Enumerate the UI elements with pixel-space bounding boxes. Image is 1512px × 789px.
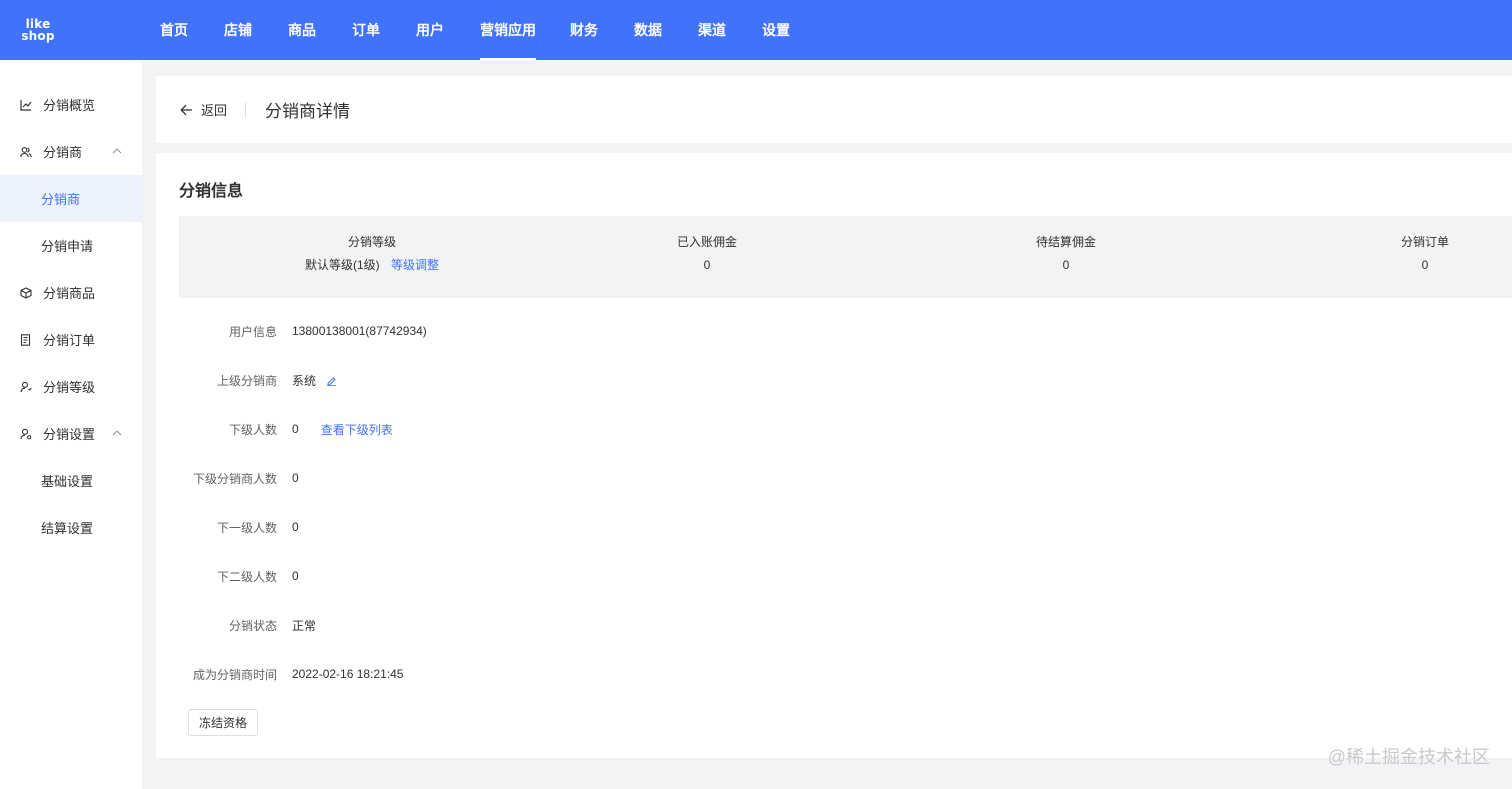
- sidebar-item-level[interactable]: 分销等级: [0, 363, 142, 410]
- page-header: 返回 分销商详情: [156, 76, 1512, 143]
- stat-orders: 分销订单 0: [1325, 234, 1512, 273]
- row-sub-distributor-count: 下级分销商人数 0: [156, 468, 299, 488]
- stat-pending-label: 待结算佣金: [1035, 235, 1096, 249]
- sidebar-item-orders[interactable]: 分销订单: [0, 316, 142, 363]
- row-label: 用户信息: [228, 324, 277, 339]
- row-value: 系统: [292, 373, 317, 388]
- nav-finance[interactable]: 财务: [570, 0, 634, 60]
- users-icon: [20, 146, 32, 158]
- nav-users[interactable]: 用户: [416, 0, 480, 60]
- stat-settled-commission: 已入账佣金 0: [607, 234, 807, 273]
- nav-settings[interactable]: 设置: [762, 0, 826, 60]
- row-status: 分销状态 正常: [156, 615, 316, 635]
- stat-level-value-row: 默认等级(1级) 等级调整: [272, 257, 472, 273]
- row-join-time: 成为分销商时间 2022-02-16 18:21:45: [156, 664, 403, 684]
- row-parent: 上级分销商 系统: [156, 370, 337, 390]
- nav-marketing[interactable]: 营销应用: [480, 0, 570, 60]
- nav-home[interactable]: 首页: [160, 0, 224, 60]
- row-label: 下一级人数: [216, 520, 277, 535]
- row-value: 0: [292, 422, 299, 436]
- nav-shop[interactable]: 店铺: [224, 0, 288, 60]
- sidebar-item-label: 分销订单: [43, 333, 96, 348]
- sidebar-item-label: 分销等级: [43, 380, 96, 395]
- user-level-icon: [20, 381, 32, 393]
- divider: [245, 101, 247, 118]
- row-label: 成为分销商时间: [192, 667, 277, 682]
- row-label: 上级分销商: [216, 373, 277, 388]
- row-value: 0: [292, 520, 299, 534]
- row-label: 下级分销商人数: [192, 471, 277, 486]
- row-label: 下二级人数: [216, 569, 277, 584]
- row-value: 2022-02-16 18:21:45: [292, 667, 404, 681]
- level-adjust-link[interactable]: 等级调整: [391, 258, 439, 272]
- back-label: 返回: [201, 103, 228, 118]
- nav-channel[interactable]: 渠道: [698, 0, 762, 60]
- row-value-wrap: 0 查看下级列表: [292, 421, 393, 438]
- stat-level-value: 默认等级(1级): [304, 258, 380, 272]
- nav-orders[interactable]: 订单: [352, 0, 416, 60]
- document-icon: [20, 333, 32, 346]
- sidebar-item-apply[interactable]: 分销申请: [0, 222, 142, 269]
- sidebar-item-basic[interactable]: 基础设置: [0, 457, 142, 504]
- page-title: 分销商详情: [265, 102, 351, 121]
- nav-data[interactable]: 数据: [634, 0, 698, 60]
- row-value: 正常: [292, 618, 317, 633]
- stat-settled-value: 0: [703, 258, 711, 272]
- sidebar-item-overview[interactable]: 分销概览: [0, 81, 142, 128]
- row-user-info: 用户信息 13800138001(87742934): [156, 321, 427, 341]
- sidebar-item-settle[interactable]: 结算设置: [0, 504, 142, 551]
- row-sub-count: 下级人数 0 查看下级列表: [156, 419, 393, 439]
- watermark: @稀土掘金技术社区: [1327, 747, 1490, 767]
- row-label: 下级人数: [228, 422, 277, 437]
- arrow-left-icon: [180, 104, 192, 115]
- main-nav: 首页 店铺 商品 订单 用户 营销应用 财务 数据 渠道 设置: [160, 0, 826, 60]
- stats-panel: 分销等级 默认等级(1级) 等级调整 已入账佣金 0 待结算佣金 0 分销订单 …: [179, 216, 1512, 298]
- row-value: 0: [292, 569, 299, 583]
- sidebar-group-settings[interactable]: 分销设置: [0, 410, 142, 457]
- sidebar-item-label: 分销商品: [43, 286, 96, 301]
- nav-goods[interactable]: 商品: [288, 0, 352, 60]
- stat-level: 分销等级 默认等级(1级) 等级调整: [272, 234, 472, 273]
- back-button[interactable]: 返回: [180, 100, 227, 119]
- chevron-up-icon: [112, 148, 122, 154]
- distributor-info-card: 分销信息 分销等级 默认等级(1级) 等级调整 已入账佣金 0 待结算佣金 0 …: [156, 153, 1512, 758]
- stat-pending-commission: 待结算佣金 0: [966, 234, 1166, 273]
- user-settings-icon: [20, 428, 32, 440]
- stat-orders-value: 0: [1421, 258, 1429, 272]
- row-value: 0: [292, 471, 299, 485]
- section-title: 分销信息: [179, 183, 244, 200]
- stat-orders-label: 分销订单: [1400, 235, 1449, 249]
- row-first-level-count: 下一级人数 0: [156, 517, 299, 537]
- row-value-wrap: 系统: [292, 372, 337, 389]
- sidebar-group-distributor[interactable]: 分销商: [0, 128, 142, 175]
- nav-marketing-label: 营销应用: [480, 0, 536, 60]
- sidebar: 分销概览 分销商 分销商 分销申请 分销商品 分销订单 分销等级 分销设置 基础…: [0, 60, 142, 789]
- row-value: 13800138001(87742934): [292, 324, 427, 338]
- sidebar-item-label: 分销商: [43, 145, 83, 160]
- top-navbar: like shop 首页 店铺 商品 订单 用户 营销应用 财务 数据 渠道 设…: [0, 0, 1512, 60]
- edit-icon[interactable]: [326, 375, 337, 386]
- freeze-button[interactable]: 冻结资格: [188, 709, 258, 736]
- view-sub-list-link[interactable]: 查看下级列表: [321, 421, 393, 438]
- chevron-up-icon: [112, 430, 122, 436]
- logo-line2: shop: [21, 29, 55, 43]
- sidebar-item-label: 分销概览: [43, 98, 96, 113]
- sidebar-item-goods[interactable]: 分销商品: [0, 269, 142, 316]
- sidebar-item-label: 分销设置: [43, 427, 96, 442]
- chart-line-icon: [20, 99, 32, 111]
- box-icon: [20, 286, 32, 299]
- row-second-level-count: 下二级人数 0: [156, 566, 299, 586]
- sidebar-item-distributor[interactable]: 分销商: [0, 175, 142, 222]
- logo[interactable]: like shop: [0, 0, 76, 60]
- stat-settled-label: 已入账佣金: [676, 235, 737, 249]
- stat-pending-value: 0: [1062, 258, 1070, 272]
- row-label: 分销状态: [228, 618, 277, 633]
- stat-level-label: 分销等级: [347, 235, 396, 249]
